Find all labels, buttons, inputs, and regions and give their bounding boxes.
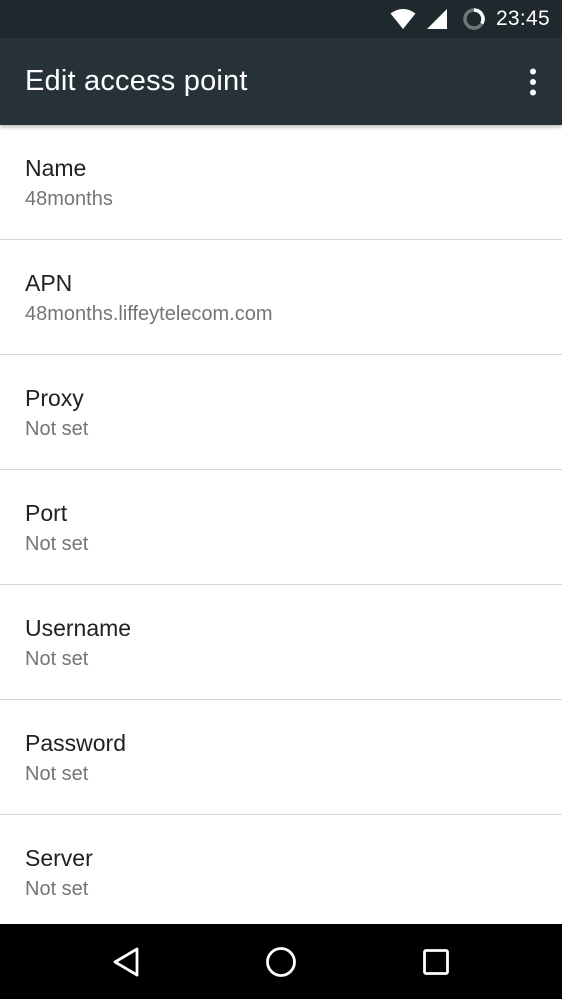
recents-button[interactable] xyxy=(396,932,476,992)
pref-value: Not set xyxy=(25,533,89,555)
pref-value: Not set xyxy=(25,418,89,440)
pref-label: Server xyxy=(25,845,93,871)
wifi-icon xyxy=(390,8,416,30)
status-clock: 23:45 xyxy=(495,7,550,30)
pref-label: Name xyxy=(25,155,87,181)
app-bar: Edit access point xyxy=(0,38,562,125)
overflow-menu-button[interactable] xyxy=(504,52,562,112)
navigation-bar xyxy=(0,924,562,999)
page-title: Edit access point xyxy=(25,65,248,97)
home-icon xyxy=(266,946,296,977)
pref-item-username[interactable]: Username Not set xyxy=(0,585,562,700)
pref-label: Port xyxy=(25,500,68,526)
pref-label: APN xyxy=(25,270,73,296)
pref-value: Not set xyxy=(25,878,89,900)
pref-item-apn[interactable]: APN 48months.liffeytelecom.com xyxy=(0,240,562,355)
more-vert-icon xyxy=(530,68,536,95)
status-bar: 23:45 xyxy=(0,0,562,38)
pref-item-name[interactable]: Name 48months xyxy=(0,125,562,240)
back-icon xyxy=(113,947,139,976)
pref-value: Not set xyxy=(25,763,89,785)
pref-label: Password xyxy=(25,730,126,756)
home-button[interactable] xyxy=(241,932,321,992)
pref-label: Proxy xyxy=(25,385,84,411)
pref-item-server[interactable]: Server Not set xyxy=(0,815,562,924)
pref-item-proxy[interactable]: Proxy Not set xyxy=(0,355,562,470)
pref-item-port[interactable]: Port Not set xyxy=(0,470,562,585)
recents-icon xyxy=(423,948,450,975)
pref-label: Username xyxy=(25,615,132,641)
pref-item-password[interactable]: Password Not set xyxy=(0,700,562,815)
pref-value: 48months xyxy=(25,188,113,210)
apn-settings-list: Name 48months APN 48months.liffeytelecom… xyxy=(0,125,562,924)
pref-value: Not set xyxy=(25,648,89,670)
sync-icon xyxy=(462,7,486,31)
screen: 23:45 Edit access point Name 48months AP… xyxy=(0,0,562,999)
cell-signal-icon xyxy=(426,8,448,30)
back-button[interactable] xyxy=(86,932,166,992)
pref-value: 48months.liffeytelecom.com xyxy=(25,303,273,325)
